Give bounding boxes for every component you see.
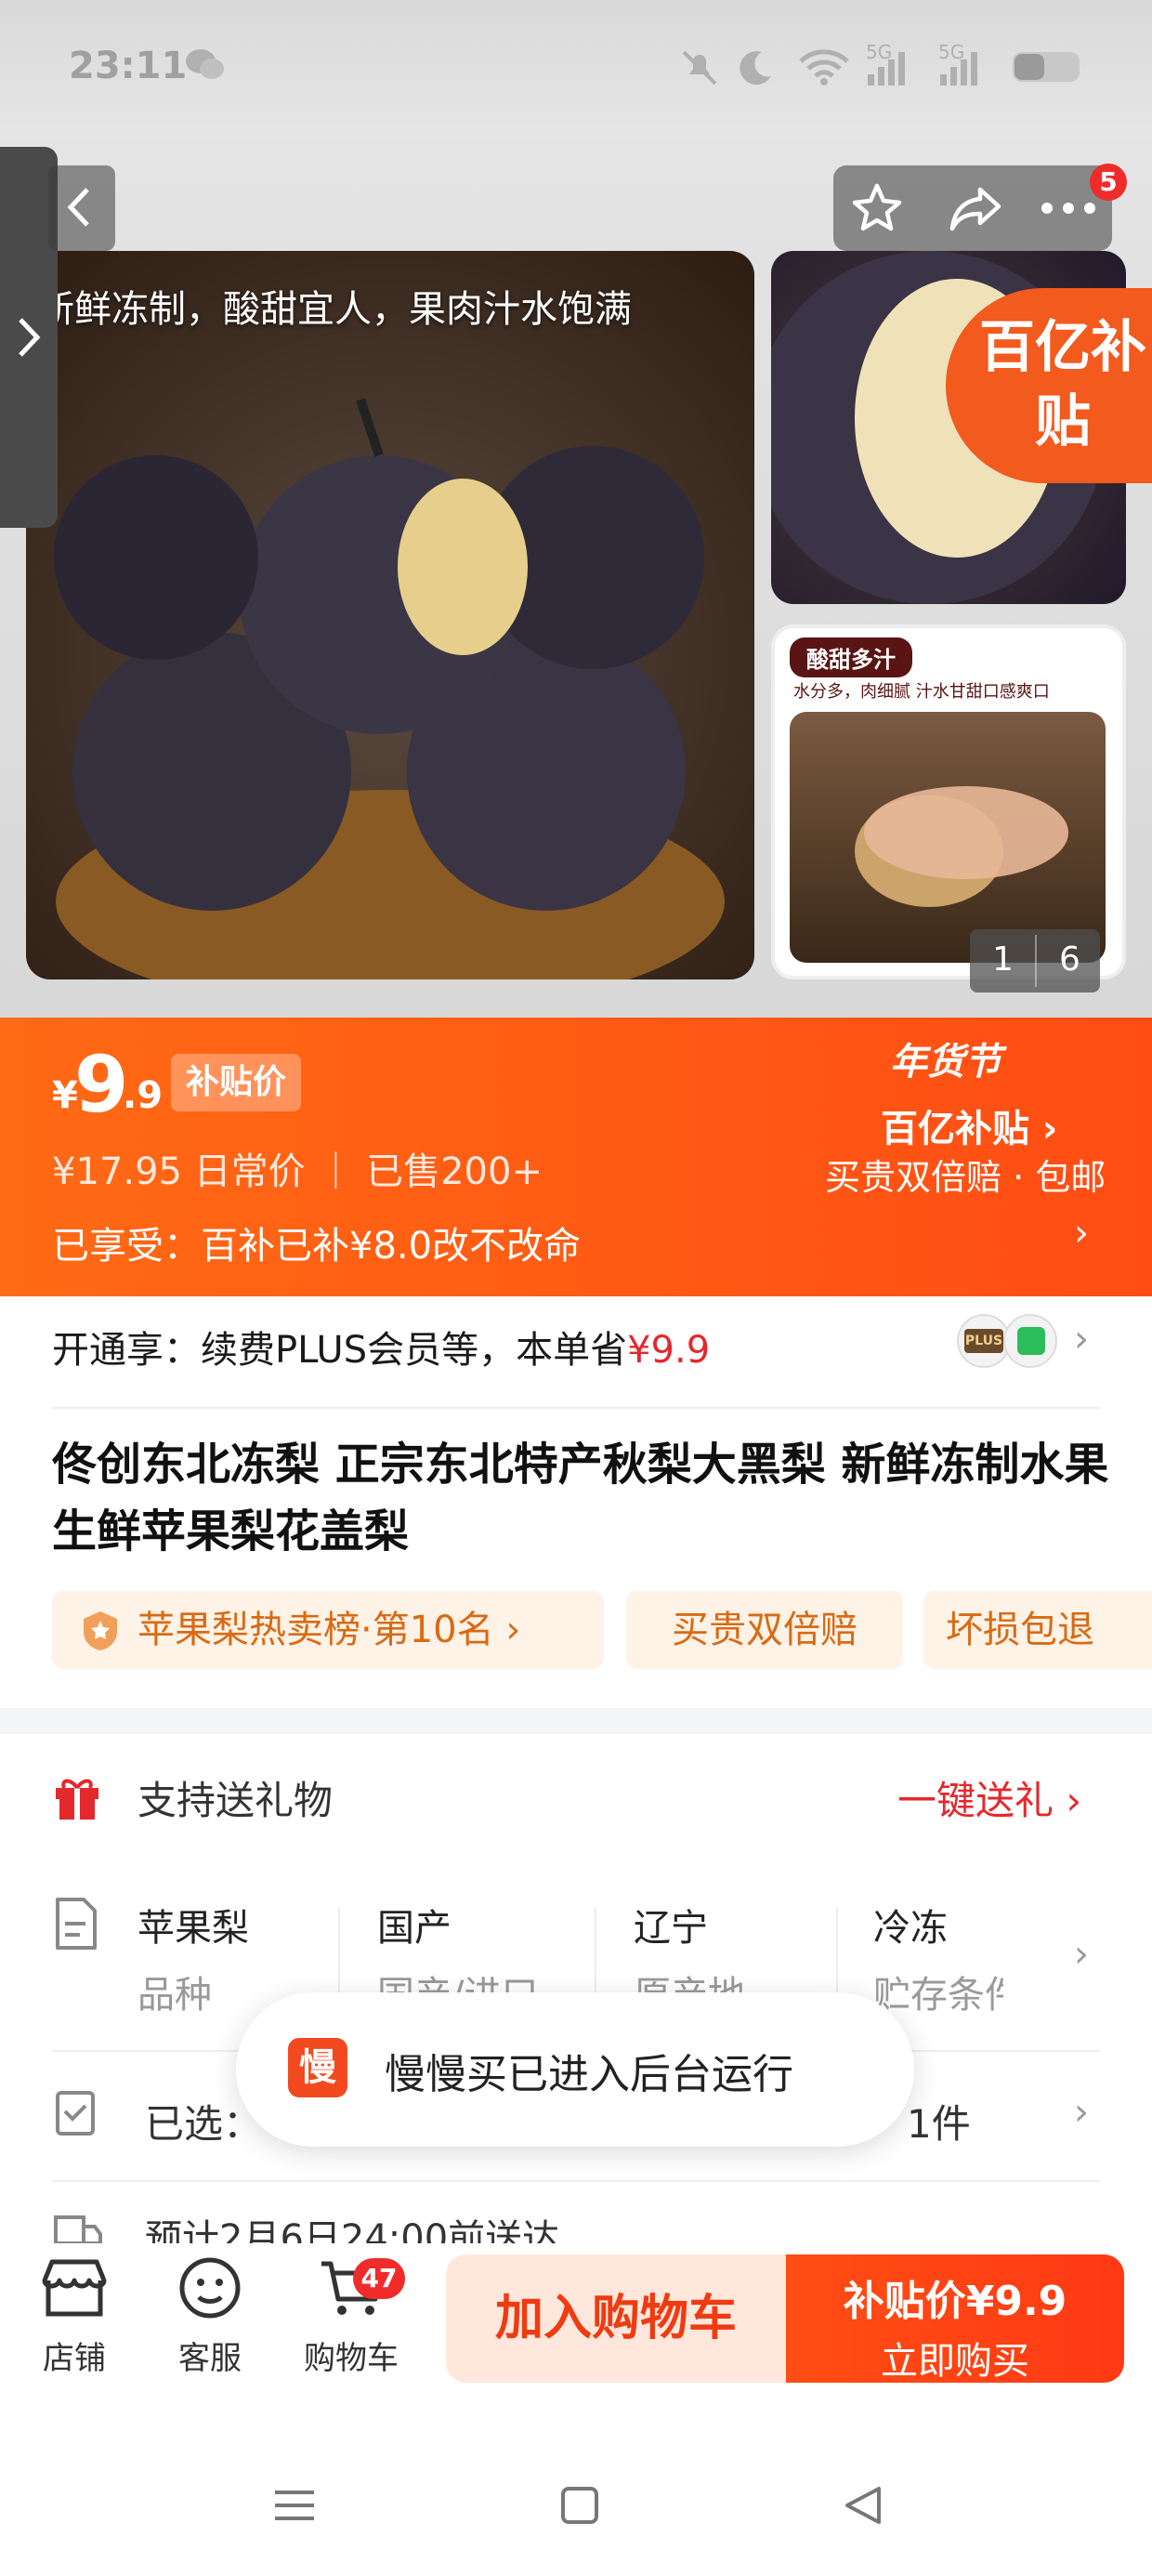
image-counter: 1 6 bbox=[970, 929, 1100, 992]
medal-icon bbox=[84, 1611, 117, 1650]
attribute-storage[interactable]: 冷冻贮存条件 bbox=[873, 1898, 1003, 2018]
subsidy-price-tag: 补贴价 bbox=[171, 1054, 302, 1111]
thumb2-title: 酸甜多汁 bbox=[790, 637, 912, 677]
return-tag[interactable]: 坏损包退 bbox=[923, 1591, 1152, 1669]
more-icon[interactable] bbox=[1036, 188, 1101, 229]
wechat-icon bbox=[186, 49, 224, 79]
customer-service-button[interactable]: 客服 bbox=[154, 2254, 266, 2378]
store-button[interactable]: 店铺 bbox=[19, 2254, 130, 2378]
section-gap bbox=[0, 1708, 1152, 1734]
buy-now-label: 立即购买 bbox=[881, 2340, 1029, 2383]
wifi-icon bbox=[799, 49, 849, 85]
home-icon[interactable] bbox=[559, 2485, 600, 2526]
guarantee-tag[interactable]: 买贵双倍赔 bbox=[626, 1591, 903, 1669]
status-time: 23:11 bbox=[69, 45, 188, 87]
gift-label: 支持送礼物 bbox=[137, 1778, 334, 1823]
chevron-right-icon bbox=[19, 318, 41, 357]
price-decimal: .9 bbox=[123, 1074, 164, 1117]
menu-icon[interactable] bbox=[273, 2487, 316, 2524]
service-label: 客服 bbox=[178, 2340, 242, 2377]
buy-now-button[interactable]: 补贴价¥9.9 立即购买 bbox=[786, 2254, 1124, 2383]
checklist-icon bbox=[56, 2091, 95, 2136]
main-product-image[interactable] bbox=[26, 251, 754, 979]
share-icon[interactable] bbox=[947, 180, 1004, 236]
selected-quantity[interactable]: 1件 bbox=[907, 2093, 971, 2149]
delivery-estimate[interactable]: 预计2月6日24:00前送达 bbox=[145, 2208, 559, 2245]
back-triangle-icon[interactable] bbox=[842, 2483, 884, 2528]
more-badge: 5 bbox=[1090, 164, 1127, 201]
ranking-tag[interactable]: 苹果梨热卖榜·第10名 › bbox=[52, 1591, 604, 1669]
favorite-star-icon[interactable] bbox=[848, 180, 906, 236]
signal-icon bbox=[868, 52, 905, 85]
promo-festival: 年货节 bbox=[890, 1041, 1001, 1084]
price-integer: 9 bbox=[74, 1039, 129, 1130]
plus-membership-row[interactable]: 开通享：续费PLUS会员等，本单省¥9.9 bbox=[52, 1320, 710, 1373]
manmanmai-app-icon: 慢 bbox=[288, 2038, 347, 2097]
thumb2-desc: 水分多，肉细腻 汁水甘甜口感爽口 bbox=[793, 682, 1050, 702]
plus-text: 开通享：续费PLUS会员等，本单省 bbox=[52, 1329, 628, 1372]
plus-badges: PLUS bbox=[957, 1314, 1065, 1368]
store-label: 店铺 bbox=[43, 2340, 106, 2377]
original-price-sold: ¥17.95 日常价 ｜ 已售200+ bbox=[52, 1150, 543, 1193]
main-image-caption: 新鲜冻制，酸甜宜人，果肉汁水饱满 bbox=[37, 288, 632, 331]
divider bbox=[52, 1407, 1100, 1409]
promo-subsidy-link[interactable]: 百亿补贴 › bbox=[881, 1098, 1057, 1152]
promo-guarantee: 买贵双倍赔 · 包邮 bbox=[825, 1157, 1106, 1198]
top-action-bar bbox=[833, 165, 1112, 251]
chevron-right-icon: › bbox=[1074, 1318, 1089, 1360]
document-icon bbox=[56, 1898, 97, 1950]
discount-enjoyed[interactable]: 已享受：百补已补¥8.0改不改命 bbox=[52, 1216, 581, 1269]
shopping-bag-icon bbox=[1003, 1314, 1057, 1368]
plus-saving: ¥9.9 bbox=[627, 1329, 711, 1372]
divider bbox=[52, 2180, 1100, 2182]
chevron-right-icon: › bbox=[1074, 1212, 1089, 1255]
frozen-pears-illustration bbox=[54, 398, 725, 979]
store-icon bbox=[42, 2259, 107, 2317]
toast-message: 慢慢买已进入后台运行 bbox=[385, 2051, 793, 2098]
battery-icon bbox=[1013, 52, 1080, 82]
moon-icon bbox=[740, 51, 771, 85]
product-title: 佟创东北冻梨 正宗东北特产秋梨大黑梨 新鲜冻制水果生鲜苹果梨花盖梨 bbox=[52, 1439, 1109, 1557]
signal-icon bbox=[940, 52, 977, 85]
thumbnail-2[interactable]: 酸甜多汁 水分多，肉细腻 汁水甘甜口感爽口 bbox=[771, 624, 1126, 979]
chevron-right-icon: › bbox=[1074, 2091, 1089, 2134]
back-button[interactable] bbox=[48, 165, 115, 251]
service-smiley-icon bbox=[179, 2257, 241, 2319]
add-to-cart-button[interactable]: 加入购物车 bbox=[446, 2254, 786, 2383]
subsidy-tag: 百亿补贴 bbox=[946, 288, 1152, 483]
truck-icon bbox=[54, 2215, 102, 2243]
gift-icon bbox=[56, 1779, 98, 1820]
gift-send-link[interactable]: 一键送礼 › bbox=[897, 1769, 1081, 1826]
chevron-left-icon bbox=[67, 188, 89, 227]
mute-icon bbox=[682, 50, 717, 85]
cart-label: 购物车 bbox=[304, 2340, 399, 2377]
thumb2-image bbox=[790, 712, 1106, 963]
cart-count-badge: 47 bbox=[353, 2258, 405, 2299]
chevron-right-icon: › bbox=[1074, 1933, 1089, 1976]
buy-now-price: 补贴价¥9.9 bbox=[843, 2278, 1067, 2325]
